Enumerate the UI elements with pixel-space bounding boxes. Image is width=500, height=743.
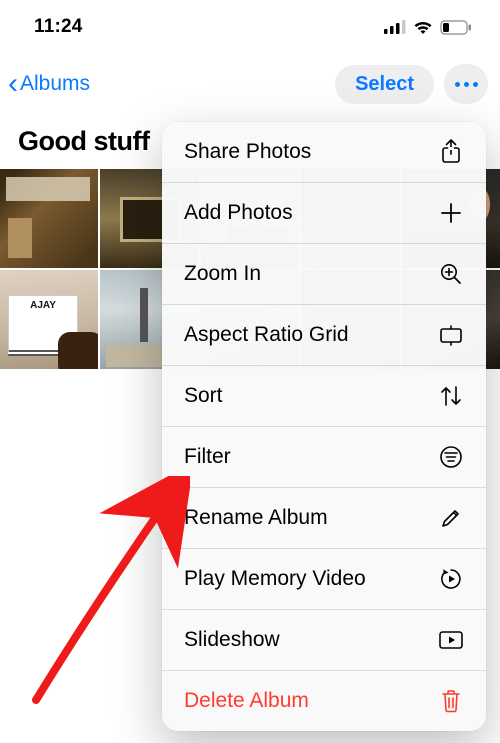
menu-sort[interactable]: Sort (162, 366, 486, 427)
context-menu: Share Photos Add Photos Zoom In Aspect R… (162, 122, 486, 731)
menu-play-memory-video[interactable]: Play Memory Video (162, 549, 486, 610)
magnify-plus-icon (438, 261, 464, 287)
menu-label: Sort (184, 384, 223, 408)
menu-label: Delete Album (184, 689, 309, 713)
status-indicators (384, 20, 472, 35)
pencil-icon (438, 505, 464, 531)
ellipsis-icon (455, 82, 478, 87)
select-button[interactable]: Select (335, 65, 434, 104)
photo-thumbnail[interactable] (0, 270, 98, 369)
memory-icon (438, 566, 464, 592)
aspect-ratio-icon (438, 322, 464, 348)
photo-thumbnail[interactable] (0, 169, 98, 268)
menu-filter[interactable]: Filter (162, 427, 486, 488)
trash-icon (438, 688, 464, 714)
menu-delete-album[interactable]: Delete Album (162, 671, 486, 731)
share-icon (438, 139, 464, 165)
wifi-icon (412, 20, 434, 35)
menu-label: Add Photos (184, 201, 293, 225)
back-label: Albums (20, 72, 90, 96)
menu-label: Filter (184, 445, 231, 469)
battery-icon (440, 20, 472, 35)
status-bar: 11:24 (0, 0, 500, 50)
menu-label: Share Photos (184, 140, 311, 164)
filter-icon (438, 444, 464, 470)
cellular-icon (384, 20, 406, 34)
menu-label: Slideshow (184, 628, 280, 652)
nav-bar: ‹ Albums Select (0, 50, 500, 118)
sort-icon (438, 383, 464, 409)
menu-slideshow[interactable]: Slideshow (162, 610, 486, 671)
menu-label: Play Memory Video (184, 567, 366, 591)
menu-zoom-in[interactable]: Zoom In (162, 244, 486, 305)
chevron-left-icon: ‹ (8, 69, 18, 99)
menu-label: Aspect Ratio Grid (184, 323, 349, 347)
status-time: 11:24 (34, 16, 83, 38)
plus-icon (438, 200, 464, 226)
back-button[interactable]: ‹ Albums (8, 69, 90, 99)
more-button[interactable] (444, 64, 488, 104)
menu-label: Rename Album (184, 506, 328, 530)
menu-rename-album[interactable]: Rename Album (162, 488, 486, 549)
slideshow-icon (438, 627, 464, 653)
menu-aspect-ratio-grid[interactable]: Aspect Ratio Grid (162, 305, 486, 366)
menu-label: Zoom In (184, 262, 261, 286)
menu-add-photos[interactable]: Add Photos (162, 183, 486, 244)
nav-right: Select (335, 64, 488, 104)
menu-share-photos[interactable]: Share Photos (162, 122, 486, 183)
